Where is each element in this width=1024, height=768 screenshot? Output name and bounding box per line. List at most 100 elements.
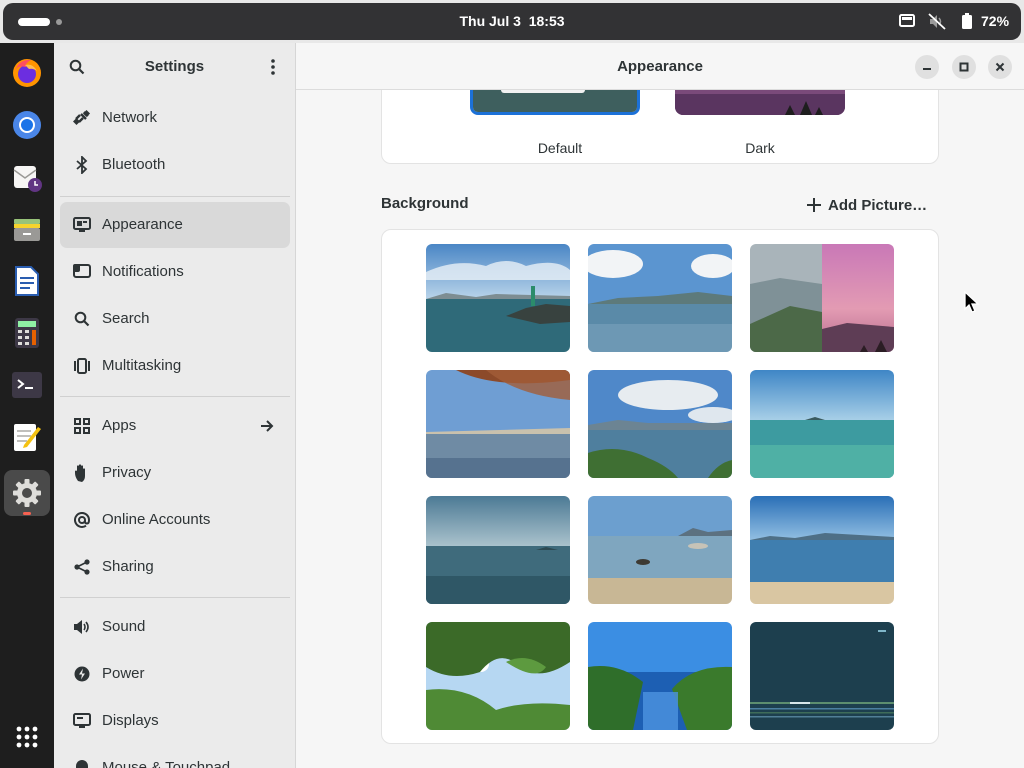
running-indicator (23, 512, 31, 515)
maximize-icon (959, 62, 969, 72)
appearance-panel: Appearance Default Dark Background Add P… (296, 43, 1024, 768)
sidebar-header: Settings (54, 43, 295, 90)
speaker-icon (73, 618, 91, 636)
sidebar-item-online-accounts[interactable]: Online Accounts (60, 497, 290, 543)
close-icon (995, 62, 1005, 72)
sidebar-separator (60, 196, 290, 197)
wallpaper-1[interactable] (426, 244, 570, 352)
dock-files[interactable] (4, 206, 50, 252)
activities-indicator[interactable] (18, 18, 50, 26)
style-label-default: Default (537, 140, 583, 156)
wallpaper-10[interactable] (426, 622, 570, 730)
sidebar-item-label: Bluetooth (102, 156, 166, 173)
screen-icon[interactable] (898, 13, 916, 30)
sidebar-item-network[interactable]: Network (60, 95, 290, 141)
sidebar-item-label: Multitasking (102, 357, 182, 374)
mail-clock-icon (13, 166, 42, 192)
power-icon (73, 665, 91, 683)
sidebar-item-appearance[interactable]: Appearance (60, 202, 290, 248)
minimize-button[interactable] (915, 55, 939, 79)
clock-time: 18:53 (528, 13, 565, 29)
sidebar-item-label: Mouse & Touchpad (102, 759, 231, 768)
wallpaper-5[interactable] (588, 370, 732, 478)
dock-chromium[interactable] (4, 102, 50, 148)
settings-gear-icon (13, 479, 41, 507)
sidebar-item-label: Displays (102, 712, 159, 729)
dock-calculator[interactable] (4, 310, 50, 356)
sidebar-item-notifications[interactable]: Notifications (60, 249, 290, 295)
style-label-dark: Dark (745, 140, 775, 156)
wallpaper-2[interactable] (588, 244, 732, 352)
sidebar-separator (60, 396, 290, 397)
main-menu-button[interactable] (259, 53, 287, 81)
sidebar-item-search[interactable]: Search (60, 296, 290, 342)
dock-terminal[interactable] (4, 362, 50, 408)
clock[interactable]: Thu Jul 3 18:53 (3, 3, 1021, 40)
sidebar-item-label: Network (102, 109, 158, 126)
content-header: Appearance (296, 43, 1024, 90)
sidebar-item-label: Power (102, 665, 145, 682)
wallpaper-11[interactable] (588, 622, 732, 730)
clock-date: Thu Jul 3 (459, 13, 521, 29)
maximize-button[interactable] (952, 55, 976, 79)
sidebar-item-label: Appearance (102, 216, 183, 233)
close-button[interactable] (988, 55, 1012, 79)
sidebar-item-apps[interactable]: Apps (60, 403, 290, 449)
dock-firefox[interactable] (4, 50, 50, 96)
wallpaper-7[interactable] (426, 496, 570, 604)
multitasking-icon (73, 357, 91, 375)
dock (0, 43, 54, 768)
add-picture-button[interactable]: Add Picture… (806, 191, 927, 219)
battery-icon[interactable] (961, 13, 973, 30)
top-bar-panel: Thu Jul 3 18:53 72% (3, 3, 1021, 40)
sidebar-item-label: Notifications (102, 263, 184, 280)
sidebar-item-power[interactable]: Power (60, 651, 290, 697)
sidebar-item-sharing[interactable]: Sharing (60, 544, 290, 590)
settings-sidebar: Settings Network Bluetooth Appearance No… (54, 43, 296, 768)
mouse-pointer (964, 291, 980, 313)
dock-settings[interactable] (4, 470, 50, 516)
sidebar-item-label: Privacy (102, 464, 152, 481)
search-icon (69, 59, 85, 75)
dock-mail-clock[interactable] (4, 154, 50, 200)
background-gallery (381, 229, 939, 744)
dock-text-editor[interactable] (4, 414, 50, 460)
sidebar-item-privacy[interactable]: Privacy (60, 450, 290, 496)
firefox-icon (13, 59, 41, 87)
sidebar-item-label: Sound (102, 618, 146, 635)
sidebar-item-label: Online Accounts (102, 511, 211, 528)
search-icon (73, 310, 91, 328)
wallpaper-12[interactable] (750, 622, 894, 730)
arrow-right-icon (261, 420, 274, 432)
background-heading: Background (381, 195, 469, 212)
workspace-dot[interactable] (56, 19, 62, 25)
wallpaper-8[interactable] (588, 496, 732, 604)
top-bar: Thu Jul 3 18:53 72% (0, 0, 1024, 43)
wallpaper-3[interactable] (750, 244, 894, 352)
search-button[interactable] (63, 53, 91, 81)
battery-percentage[interactable]: 72% (981, 3, 1009, 40)
sidebar-item-mouse-touchpad[interactable]: Mouse & Touchpad (60, 745, 290, 768)
sidebar-item-bluetooth[interactable]: Bluetooth (60, 142, 290, 188)
notifications-icon (73, 263, 91, 281)
sidebar-item-sound[interactable]: Sound (60, 604, 290, 650)
privacy-hand-icon (73, 464, 91, 482)
dock-text-document[interactable] (4, 258, 50, 304)
show-apps-button[interactable] (4, 714, 50, 760)
wallpaper-9[interactable] (750, 496, 894, 604)
wallpaper-4[interactable] (426, 370, 570, 478)
apps-icon (73, 417, 91, 435)
app-grid-icon (16, 726, 38, 748)
network-icon (73, 109, 91, 127)
sidebar-item-displays[interactable]: Displays (60, 698, 290, 744)
share-icon (73, 558, 91, 576)
chromium-icon (13, 111, 41, 139)
kebab-menu-icon (271, 59, 275, 75)
terminal-icon (12, 372, 42, 398)
mouse-icon (73, 759, 91, 768)
sidebar-item-multitasking[interactable]: Multitasking (60, 343, 290, 389)
sidebar-item-label: Search (102, 310, 150, 327)
at-icon (73, 511, 91, 529)
wallpaper-6[interactable] (750, 370, 894, 478)
speaker-muted-icon[interactable] (928, 13, 946, 30)
